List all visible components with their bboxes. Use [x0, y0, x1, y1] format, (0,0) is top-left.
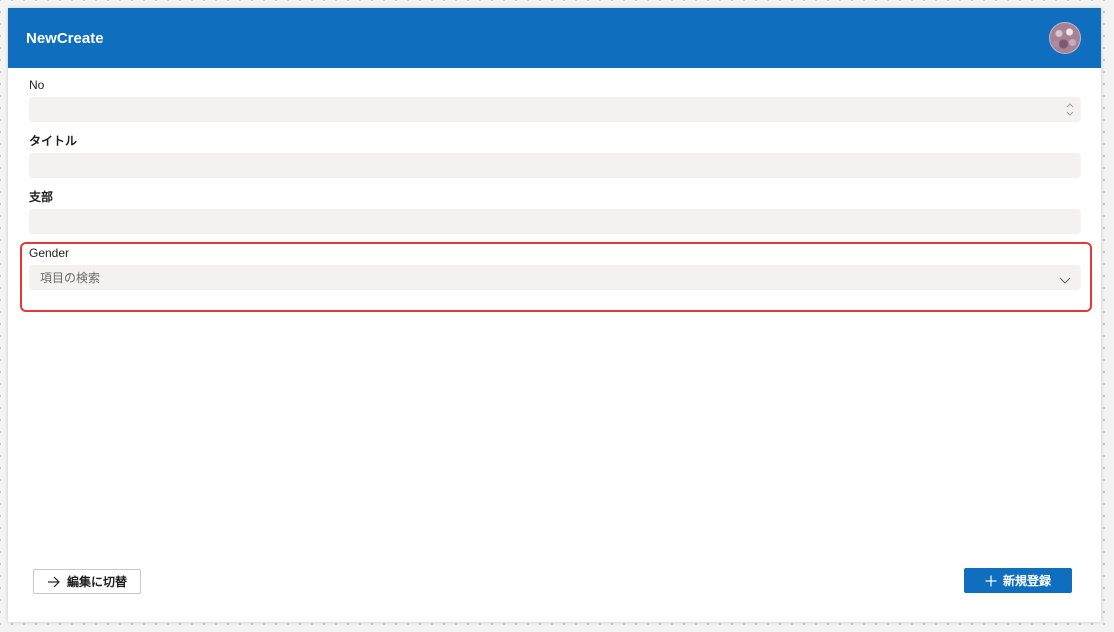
spinner-arrows-icon: [1066, 103, 1074, 116]
title-text-input[interactable]: [29, 153, 1081, 178]
user-avatar[interactable]: [1049, 22, 1081, 54]
create-new-label: 新規登録: [1002, 574, 1051, 588]
plus-icon: [985, 575, 997, 587]
switch-to-edit-button[interactable]: 編集に切替: [33, 569, 141, 594]
branch-text-input[interactable]: [29, 209, 1081, 234]
field-label-no: No: [29, 78, 45, 92]
field-label-gender: Gender: [29, 246, 70, 260]
field-label-title: タイトル: [29, 134, 78, 148]
switch-to-edit-label: 編集に切替: [66, 575, 127, 589]
field-label-branch: 支部: [29, 190, 54, 204]
create-new-button[interactable]: 新規登録: [964, 568, 1072, 593]
arrow-right-icon: [47, 576, 61, 588]
page-title: NewCreate: [26, 30, 104, 47]
chevron-down-icon[interactable]: [1059, 272, 1071, 284]
number-spinner[interactable]: [1065, 100, 1075, 119]
app-header: NewCreate: [8, 8, 1101, 68]
no-number-input[interactable]: [29, 97, 1081, 122]
gender-combobox[interactable]: 項目の検索: [29, 265, 1081, 290]
gender-combobox-placeholder: 項目の検索: [40, 271, 101, 285]
app-window: NewCreate No タイトル 支部 Gender 項目の検索 編集に切替 …: [8, 8, 1101, 622]
